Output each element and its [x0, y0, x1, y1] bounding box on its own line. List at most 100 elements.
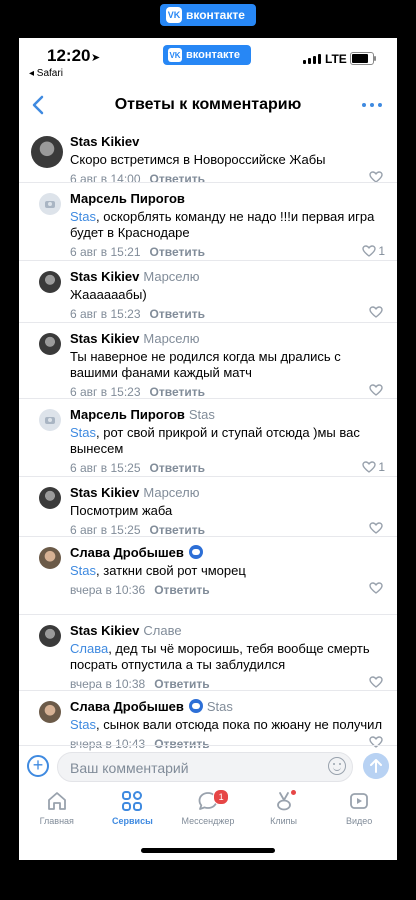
tab-label: Мессенджер [181, 816, 235, 826]
comment-item: Stas Kikiev Марселю Ты наверное не родился… [19, 322, 397, 399]
like-button[interactable] [369, 306, 385, 318]
like-button[interactable]: 1 [362, 460, 385, 474]
reply-button[interactable]: Ответить [154, 677, 209, 691]
mention-link[interactable]: Stas [70, 209, 96, 224]
avatar[interactable] [39, 271, 61, 293]
tab-home[interactable]: Главная [19, 786, 95, 832]
comment-meta: 6 авг в 15:25 Ответить [70, 461, 205, 475]
reply-button[interactable]: Ответить [150, 307, 205, 321]
comment-author[interactable]: Stas Kikiev Марселю [70, 269, 199, 284]
vk-logo-icon: VK [168, 48, 182, 62]
reply-button[interactable]: Ответить [150, 385, 205, 399]
comment-input[interactable] [68, 759, 312, 777]
comment-author[interactable]: Марсель Пирогов Stas [70, 407, 215, 422]
reply-to-name[interactable]: Славе [143, 623, 181, 638]
comment-body: Посмотрим жаба [70, 503, 173, 518]
messenger-badge: 1 [213, 789, 230, 805]
reply-button[interactable]: Ответить [150, 245, 205, 259]
reply-button[interactable]: Ответить [150, 523, 205, 537]
comment-body: , заткни свой рот чморец [96, 563, 246, 578]
comment-text: Stas, оскорблять команду не надо !!!и пе… [70, 209, 386, 241]
mention-link[interactable]: Слава [70, 641, 108, 656]
tab-label: Клипы [270, 816, 298, 826]
avatar[interactable] [31, 136, 63, 168]
attach-plus-icon[interactable]: + [27, 755, 49, 777]
mention-link[interactable]: Stas [70, 563, 96, 578]
phone-screen: 12:20 ➤ ◂ Safari VK вконтакте LTE Ответы… [19, 38, 397, 860]
like-button[interactable]: 1 [362, 244, 385, 258]
author-name: Stas Kikiev [70, 331, 140, 346]
comment-author[interactable]: Марсель Пирогов [70, 191, 185, 206]
home-icon [47, 792, 66, 810]
reply-to-name[interactable]: Stas [189, 407, 215, 422]
author-name: Марсель Пирогов [70, 407, 185, 422]
comment-meta: 6 авг в 15:23 Ответить [70, 307, 205, 321]
comment-author[interactable]: Stas Kikiev Марселю [70, 331, 199, 346]
comment-item: Слава Дробышев Stas Stas, сынок вали отсюд… [19, 690, 397, 751]
comment-item: Stas Kikiev Славе Слава, дед ты чё моросиш… [19, 614, 397, 691]
comment-date: вчера в 10:38 [70, 677, 146, 691]
avatar[interactable] [39, 547, 61, 569]
author-name: Марсель Пирогов [70, 191, 185, 206]
comment-meta: 6 авг в 15:25 Ответить [70, 523, 205, 537]
comment-body: Жаааааабы) [70, 287, 147, 302]
camera-placeholder-avatar[interactable] [39, 193, 61, 215]
camera-icon [45, 416, 55, 424]
watermark-label: вконтакте [186, 8, 245, 22]
comment-text: Слава, дед ты чё моросишь, тебя вообще с… [70, 641, 386, 673]
camera-icon [45, 200, 55, 208]
reply-to-name[interactable]: Stas [207, 699, 233, 714]
home-indicator [141, 848, 275, 853]
comment-author[interactable]: Stas Kikiev Славе [70, 623, 182, 638]
author-name: Stas Kikiev [70, 623, 140, 638]
page-title: Ответы к комментарию [114, 96, 302, 113]
tab-services[interactable]: Сервисы [95, 786, 171, 832]
tab-clips[interactable]: Клипы [246, 786, 322, 832]
comment-body: Скоро встретимся в Новороссийске Жабы [70, 152, 326, 167]
more-options-icon[interactable] [361, 98, 383, 112]
send-button[interactable] [363, 753, 389, 779]
camera-placeholder-avatar[interactable] [39, 409, 61, 431]
services-icon [122, 791, 143, 811]
battery-icon [350, 52, 376, 65]
comment-date: 6 авг в 15:21 [70, 245, 141, 259]
mention-link[interactable]: Stas [70, 425, 96, 440]
comment-author[interactable]: Слава Дробышев [70, 545, 203, 560]
comment-body: , рот свой прикрой и ступай отсюда )мы в… [70, 425, 360, 456]
tab-video[interactable]: Видео [321, 786, 397, 832]
comment-text: Жаааааабы) [70, 287, 386, 303]
like-button[interactable] [369, 522, 385, 534]
comment-item: Stas Kikiev Марселю Посмотрим жаба 6 авг в … [19, 476, 397, 537]
reply-to-name[interactable]: Марселю [143, 331, 199, 346]
reply-button[interactable]: Ответить [150, 461, 205, 475]
like-button[interactable] [369, 582, 385, 594]
reply-to-name[interactable]: Марселю [143, 485, 199, 500]
bottom-tab-bar: Главная Сервисы 1 Мессенджер Клипы Видео [19, 786, 397, 832]
reply-button[interactable]: Ответить [154, 583, 209, 597]
mention-link[interactable]: Stas [70, 717, 96, 732]
author-name: Слава Дробышев [70, 699, 184, 714]
comment-author[interactable]: Stas Kikiev [70, 134, 139, 149]
comment-meta: 6 авг в 15:21 Ответить [70, 245, 205, 259]
emoji-icon[interactable] [328, 757, 346, 775]
author-name: Stas Kikiev [70, 485, 140, 500]
comment-text: Скоро встретимся в Новороссийске Жабы [70, 152, 386, 168]
back-to-safari[interactable]: ◂ Safari [29, 68, 63, 79]
comment-item: Марсель Пирогов Stas, оскорблять команду … [19, 182, 397, 261]
author-name: Stas Kikiev [70, 269, 140, 284]
comment-date: 6 авг в 15:25 [70, 523, 141, 537]
like-button[interactable] [369, 676, 385, 688]
like-button[interactable] [369, 384, 385, 396]
avatar[interactable] [39, 625, 61, 647]
avatar[interactable] [39, 333, 61, 355]
vk-app-badge: VK вконтакте [163, 45, 251, 65]
heart-icon [362, 461, 377, 473]
comment-author[interactable]: Слава Дробышев Stas [70, 699, 233, 714]
comment-author[interactable]: Stas Kikiev Марселю [70, 485, 199, 500]
avatar[interactable] [39, 701, 61, 723]
reply-to-name[interactable]: Марселю [143, 269, 199, 284]
like-count: 1 [378, 460, 385, 474]
avatar[interactable] [39, 487, 61, 509]
status-bar: 12:20 ➤ ◂ Safari VK вконтакте LTE [19, 38, 397, 88]
tab-messenger[interactable]: 1 Мессенджер [170, 786, 246, 832]
